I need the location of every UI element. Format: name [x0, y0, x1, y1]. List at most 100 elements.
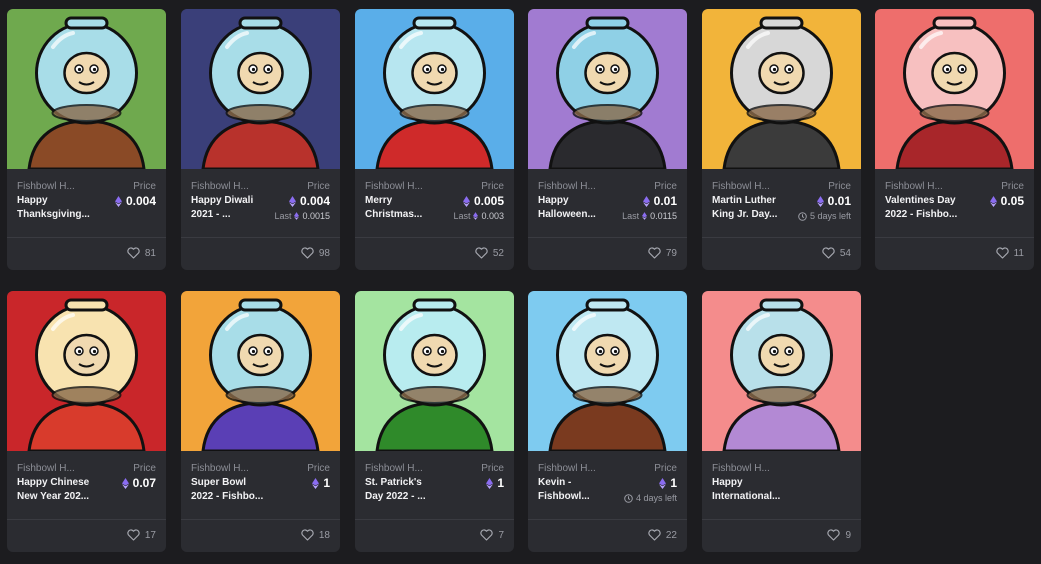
- nft-card[interactable]: Fishbowl H... Happy Halloween... Price 0.01…: [528, 9, 687, 270]
- nft-name[interactable]: Valentines Day 2022 - Fishbo...: [885, 194, 970, 222]
- fishbowl-character-art: [528, 291, 687, 451]
- nft-card[interactable]: Fishbowl H... Merry Christmas... Price 0.00…: [355, 9, 514, 270]
- heart-icon[interactable]: [480, 529, 494, 541]
- nft-card[interactable]: Fishbowl H... Happy Thanksgiving... Price 0…: [7, 9, 166, 270]
- like-count: 81: [144, 247, 156, 259]
- nft-name[interactable]: Happy Halloween...: [538, 194, 623, 222]
- collection-name[interactable]: Fishbowl H...: [191, 181, 249, 192]
- clock-icon: [624, 493, 633, 503]
- price-value: 1: [486, 476, 504, 490]
- heart-icon[interactable]: [301, 247, 314, 259]
- price-value: 0.07: [121, 476, 156, 490]
- collection-name[interactable]: Fishbowl H...: [712, 181, 770, 192]
- collection-name[interactable]: Fishbowl H...: [538, 463, 596, 474]
- like-count: 7: [498, 529, 504, 541]
- like-button[interactable]: 81: [127, 247, 156, 259]
- card-divider: [181, 237, 340, 238]
- price-label: Price: [654, 181, 677, 192]
- nft-card[interactable]: Fishbowl H... St. Patrick's Day 2022 - ..…: [355, 291, 514, 552]
- nft-image[interactable]: [7, 291, 166, 451]
- like-button[interactable]: 9: [827, 529, 851, 541]
- price-value: 0.005: [462, 194, 504, 208]
- price-label: Price: [654, 463, 677, 474]
- nft-card[interactable]: Fishbowl H... Happy International... 9: [702, 291, 861, 552]
- card-info: Fishbowl H... Merry Christmas... Price 0.00…: [355, 169, 514, 237]
- time-left-text: 4 days left: [635, 493, 677, 503]
- heart-icon[interactable]: [995, 247, 1009, 259]
- like-count: 22: [665, 529, 677, 541]
- nft-name[interactable]: Happy Thanksgiving...: [17, 194, 102, 222]
- like-button[interactable]: 17: [127, 529, 156, 541]
- nft-image[interactable]: [355, 291, 514, 451]
- like-count: 11: [1013, 247, 1024, 259]
- price-value: 0.01: [816, 194, 851, 208]
- heart-icon[interactable]: [127, 529, 140, 541]
- nft-card[interactable]: Fishbowl H... Martin Luther King Jr. Day.…: [702, 9, 861, 270]
- fishbowl-character-art: [355, 9, 514, 169]
- heart-icon[interactable]: [648, 247, 661, 259]
- nft-name[interactable]: Happy International...: [712, 476, 797, 504]
- nft-image[interactable]: [7, 9, 166, 169]
- like-button[interactable]: 18: [301, 529, 330, 541]
- card-info: Fishbowl H... Happy Diwali 2021 - ... Pric…: [181, 169, 340, 237]
- like-button[interactable]: 52: [475, 247, 504, 259]
- like-button[interactable]: 79: [648, 247, 677, 259]
- nft-card[interactable]: Fishbowl H... Happy Chinese New Year 202.…: [7, 291, 166, 552]
- nft-image[interactable]: [528, 9, 687, 169]
- nft-name[interactable]: Kevin - Fishbowl...: [538, 476, 623, 504]
- card-divider: [702, 519, 861, 520]
- nft-image[interactable]: [355, 9, 514, 169]
- nft-name[interactable]: Super Bowl 2022 - Fishbo...: [191, 476, 276, 504]
- nft-name[interactable]: Merry Christmas...: [365, 194, 450, 222]
- eth-icon: [486, 477, 494, 489]
- fishbowl-character-art: [7, 291, 166, 451]
- collection-name[interactable]: Fishbowl H...: [191, 463, 249, 474]
- card-info: Fishbowl H... Happy Halloween... Price 0.01…: [528, 169, 687, 237]
- like-button[interactable]: 98: [301, 247, 330, 259]
- like-button[interactable]: 11: [995, 247, 1024, 259]
- collection-name[interactable]: Fishbowl H...: [17, 463, 75, 474]
- nft-card[interactable]: Fishbowl H... Valentines Day 2022 - Fishb…: [875, 9, 1034, 270]
- collection-name[interactable]: Fishbowl H...: [365, 181, 423, 192]
- last-label: Last: [453, 211, 471, 221]
- last-value: 0.0015: [302, 211, 330, 221]
- nft-card[interactable]: Fishbowl H... Happy Diwali 2021 - ... Pric…: [181, 9, 340, 270]
- like-button[interactable]: 22: [648, 529, 677, 541]
- collection-name[interactable]: Fishbowl H...: [885, 181, 943, 192]
- heart-icon[interactable]: [301, 529, 314, 541]
- heart-icon[interactable]: [475, 247, 488, 259]
- heart-icon[interactable]: [127, 247, 140, 259]
- collection-name[interactable]: Fishbowl H...: [712, 463, 770, 474]
- fishbowl-character-art: [702, 291, 861, 451]
- collection-name[interactable]: Fishbowl H...: [17, 181, 75, 192]
- nft-image[interactable]: [875, 9, 1034, 169]
- price-value: 0.05: [989, 194, 1024, 208]
- eth-icon: [462, 195, 470, 207]
- like-button[interactable]: 54: [822, 247, 851, 259]
- eth-icon: [121, 477, 129, 489]
- nft-name[interactable]: St. Patrick's Day 2022 - ...: [365, 476, 450, 504]
- nft-image[interactable]: [702, 9, 861, 169]
- price-label: Price: [307, 463, 330, 474]
- nft-card[interactable]: Fishbowl H... Super Bowl 2022 - Fishbo...…: [181, 291, 340, 552]
- nft-name[interactable]: Happy Diwali 2021 - ...: [191, 194, 276, 222]
- nft-card[interactable]: Fishbowl H... Kevin - Fishbowl... Price 1 4 …: [528, 291, 687, 552]
- price-value: 0.004: [288, 194, 330, 208]
- price-value: 1: [659, 476, 677, 490]
- heart-icon[interactable]: [822, 247, 835, 259]
- last-value: 0.0115: [650, 211, 677, 221]
- collection-name[interactable]: Fishbowl H...: [538, 181, 596, 192]
- last-value: 0.003: [481, 211, 504, 221]
- nft-name[interactable]: Martin Luther King Jr. Day...: [712, 194, 797, 222]
- eth-icon: [642, 195, 650, 207]
- nft-image[interactable]: [528, 291, 687, 451]
- heart-icon[interactable]: [827, 529, 841, 541]
- nft-image[interactable]: [702, 291, 861, 451]
- nft-name[interactable]: Happy Chinese New Year 202...: [17, 476, 102, 504]
- collection-name[interactable]: Fishbowl H...: [365, 463, 423, 474]
- like-button[interactable]: 7: [480, 529, 504, 541]
- card-divider: [875, 237, 1034, 238]
- nft-image[interactable]: [181, 291, 340, 451]
- heart-icon[interactable]: [648, 529, 661, 541]
- nft-image[interactable]: [181, 9, 340, 169]
